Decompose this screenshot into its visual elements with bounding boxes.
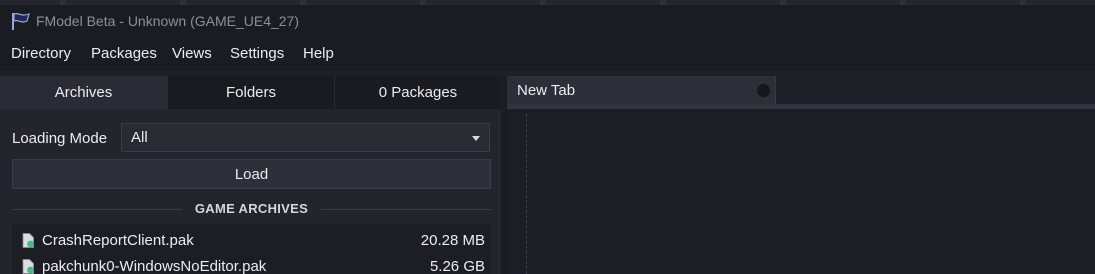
menu-settings[interactable]: Settings xyxy=(230,45,284,62)
archive-file-icon xyxy=(22,259,34,274)
section-title: GAME ARCHIVES xyxy=(194,201,309,216)
tab-folders-label: Folders xyxy=(225,84,277,101)
archives-panel: Archives Folders 0 Packages Loading Mode… xyxy=(0,76,501,274)
tab-packages[interactable]: 0 Packages xyxy=(335,76,501,109)
loading-mode-label: Loading Mode xyxy=(12,130,108,147)
archive-size: 5.26 GB xyxy=(429,258,485,274)
menu-help[interactable]: Help xyxy=(303,45,334,62)
document-area: New Tab xyxy=(507,76,1095,274)
tab-archives-label: Archives xyxy=(54,84,113,101)
archive-list[interactable]: CrashReportClient.pak 20.28 MB pakchunk0… xyxy=(12,224,491,274)
close-icon[interactable] xyxy=(757,84,770,97)
menu-directory[interactable]: Directory xyxy=(11,45,71,62)
tab-archives[interactable]: Archives xyxy=(0,76,167,109)
window-title: FModel Beta - Unknown (GAME_UE4_27) xyxy=(36,13,299,29)
archive-name: pakchunk0-WindowsNoEditor.pak xyxy=(42,258,267,274)
tab-new-tab[interactable]: New Tab xyxy=(507,76,776,104)
archive-name: CrashReportClient.pak xyxy=(42,232,194,249)
list-item[interactable]: pakchunk0-WindowsNoEditor.pak 5.26 GB xyxy=(12,255,491,274)
archive-file-icon xyxy=(22,233,34,248)
fmodel-flag-icon xyxy=(10,11,32,31)
gutter-divider xyxy=(526,114,527,274)
archive-size: 20.28 MB xyxy=(420,232,485,249)
load-button[interactable]: Load xyxy=(12,159,491,189)
list-item[interactable]: CrashReportClient.pak 20.28 MB xyxy=(12,229,491,253)
chevron-down-icon xyxy=(472,136,480,141)
menu-bar: Directory Packages Views Settings Help xyxy=(0,40,1095,70)
text-editor[interactable] xyxy=(507,109,1095,274)
menu-packages[interactable]: Packages xyxy=(91,45,157,62)
title-bar: FModel Beta - Unknown (GAME_UE4_27) xyxy=(0,0,1095,40)
menu-views[interactable]: Views xyxy=(172,45,212,62)
tab-new-tab-label: New Tab xyxy=(517,82,576,99)
loading-mode-select[interactable]: All xyxy=(121,123,490,152)
tab-packages-label: 0 Packages xyxy=(378,84,458,101)
load-button-label: Load xyxy=(234,165,269,183)
loading-mode-value: All xyxy=(131,129,148,146)
tab-folders[interactable]: Folders xyxy=(168,76,334,109)
left-tab-strip: Archives Folders 0 Packages xyxy=(0,76,501,109)
background-window-strip xyxy=(0,0,1095,5)
game-archives-header: GAME ARCHIVES xyxy=(12,200,491,218)
